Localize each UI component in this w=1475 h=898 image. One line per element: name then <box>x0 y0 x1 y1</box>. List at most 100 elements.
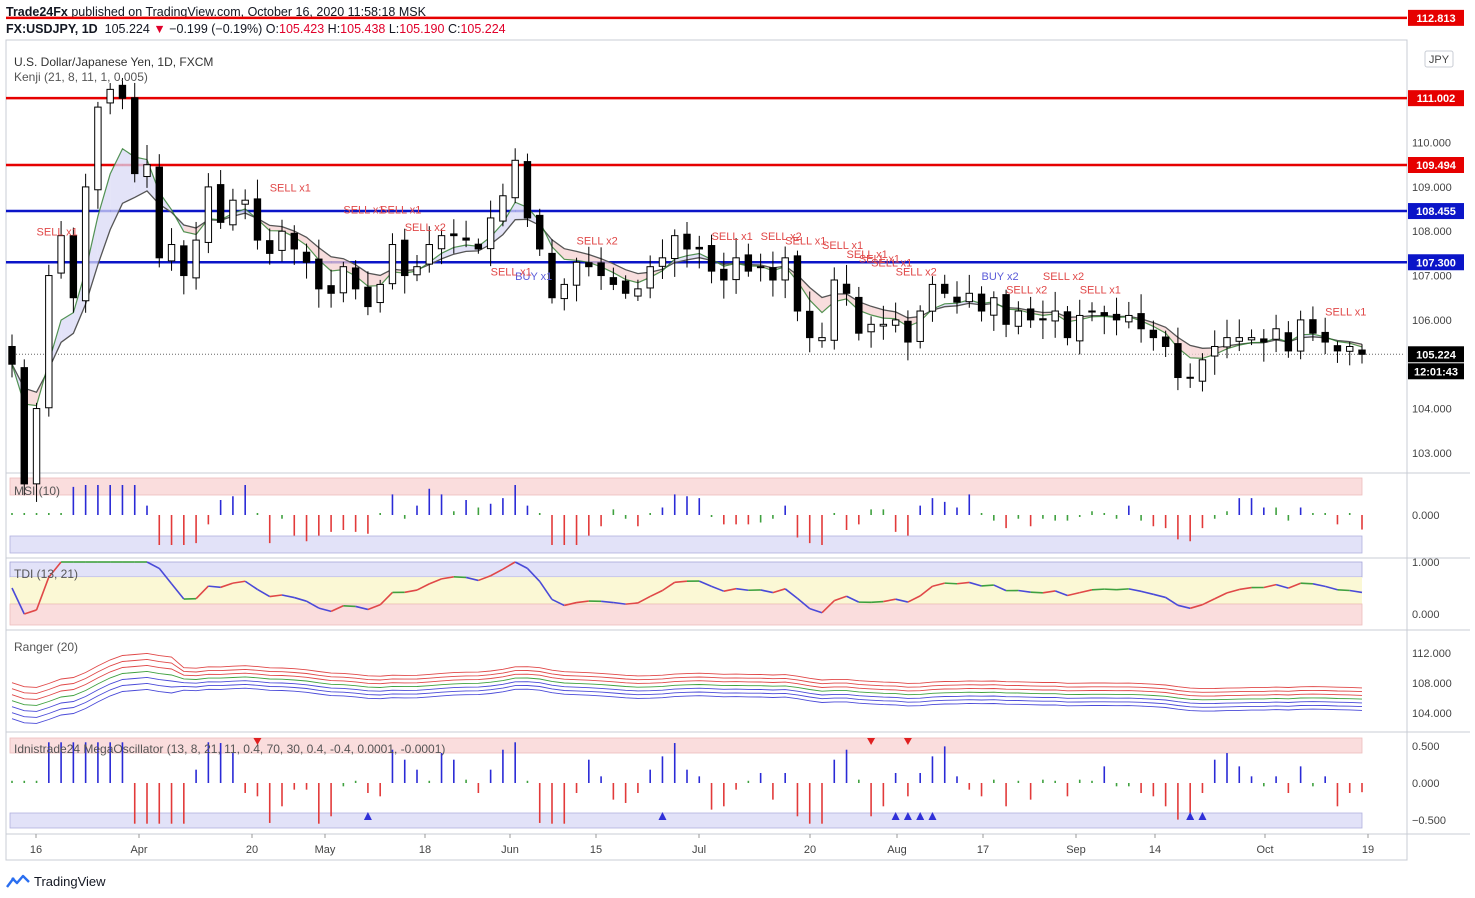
candle-up <box>1235 337 1243 342</box>
tdi-segment <box>1030 591 1043 594</box>
tdi-lower-band <box>9 603 1363 626</box>
candle-up <box>1051 310 1059 322</box>
candle-down <box>327 285 335 294</box>
time-tick-label: Apr <box>130 844 147 856</box>
sell-signal-label: SELL x1 <box>343 204 384 216</box>
current-price-label: 105.224 <box>1416 349 1457 361</box>
candle-down <box>1161 336 1170 347</box>
candle-down <box>793 255 802 312</box>
time-tick-label: Sep <box>1066 844 1086 856</box>
sell-signal-label: SELL x2 <box>405 222 446 234</box>
candle-down <box>8 345 16 365</box>
candle-up <box>916 310 924 342</box>
price-tick-label: 106.000 <box>1412 315 1452 327</box>
time-tick-label: Oct <box>1256 844 1273 856</box>
candle-down <box>1186 376 1194 379</box>
candle-up <box>388 244 397 285</box>
tdi-tick-label: 1.000 <box>1412 557 1440 569</box>
candle-up <box>376 283 384 304</box>
candle-down <box>450 233 458 237</box>
candle-up <box>756 266 765 269</box>
candle-down <box>1039 318 1047 321</box>
sell-signal-label: SELL x2 <box>577 236 618 248</box>
candle-up <box>1125 314 1133 323</box>
candles <box>8 77 1366 502</box>
candle-down <box>695 246 703 250</box>
candle-up <box>1247 337 1256 341</box>
candle-down <box>536 214 544 250</box>
tdi-segment <box>453 576 467 579</box>
candle-down <box>474 243 483 250</box>
candle-down <box>769 267 777 281</box>
time-tick-label: Aug <box>887 844 907 856</box>
candle-down <box>1260 338 1268 343</box>
time-tick-label: 14 <box>1149 844 1161 856</box>
chart-canvas[interactable]: SELL x1SELL x1SELL x1SELL x1SELL x2BUY x… <box>0 0 1475 870</box>
candle-up <box>1076 314 1084 342</box>
candle-down <box>401 239 409 277</box>
mega-title: Idnistrade24 MegaOscillator (13, 8, 21, … <box>14 742 445 756</box>
candle-up <box>241 199 249 205</box>
candle-down <box>1149 329 1158 339</box>
sell-signal-label: SELL x1 <box>491 267 532 279</box>
sell-signal-label: SELL x1 <box>270 182 311 194</box>
candle-up <box>45 275 53 409</box>
time-tick-label: 19 <box>1362 844 1374 856</box>
time-axis[interactable]: 16 Apr 20 May 18 Jun 15 Jul 20 Aug 17 Sep 14 Oct 19 <box>30 834 1374 856</box>
kenji-fast-line <box>11 147 1363 407</box>
tradingview-logo-icon <box>6 874 30 888</box>
sell-signal-label: SELL x1 <box>1080 284 1121 296</box>
candle-up <box>192 239 200 279</box>
tdi-segment <box>1300 582 1313 585</box>
mega-tick-label: 0.500 <box>1412 741 1440 753</box>
candle-up <box>646 266 654 289</box>
candle-up <box>499 195 507 222</box>
candle-up <box>1346 345 1354 352</box>
msi-upper-band <box>9 477 1363 496</box>
sell-signal-label: SELL x1 <box>785 236 826 248</box>
candle-up <box>1223 337 1231 348</box>
candle-down <box>1358 349 1366 355</box>
candle-down <box>855 296 863 334</box>
footer-brand[interactable]: TradingView <box>34 874 106 889</box>
candle-down <box>155 166 163 259</box>
sell-signal-label: SELL x2 <box>1006 284 1047 296</box>
tdi-segment <box>981 584 994 587</box>
mega-tick-label: 0.000 <box>1412 778 1440 790</box>
candle-up <box>891 319 900 326</box>
candle-down <box>364 286 372 308</box>
time-tick-label: Jun <box>501 844 519 856</box>
candle-down <box>1284 332 1293 352</box>
ranger-lines <box>11 652 1363 724</box>
candle-up <box>572 261 581 286</box>
tdi-upper-band <box>9 561 1363 578</box>
candle-up <box>339 266 348 294</box>
msi-tick-label: 0.000 <box>1412 510 1440 522</box>
candle-up <box>94 106 102 191</box>
candle-down <box>1321 331 1329 343</box>
candle-down <box>1174 343 1182 379</box>
candle-up <box>106 88 114 104</box>
time-tick-label: 17 <box>977 844 989 856</box>
candle-down <box>351 267 360 290</box>
candle-down <box>1063 311 1072 339</box>
level-price-label: 108.455 <box>1416 206 1456 218</box>
candle-up <box>1211 345 1219 357</box>
candle-up <box>204 186 213 243</box>
candle-down <box>118 84 127 99</box>
msi-lower-band <box>9 535 1363 554</box>
tdi-tick-label: 0.000 <box>1412 609 1440 621</box>
candle-down <box>69 235 78 299</box>
footer: TradingView <box>6 870 106 892</box>
candle-down <box>1333 345 1342 352</box>
candle-up <box>990 297 998 316</box>
time-tick-label: May <box>315 844 336 856</box>
price-axis[interactable]: 112.813 111.002 109.494 108.455 107.300 110.0… <box>1408 9 1464 827</box>
tdi-segment <box>1091 588 1105 591</box>
ranger-line <box>11 676 1363 712</box>
candle-down <box>842 283 851 294</box>
candle-down <box>585 262 593 268</box>
candle-down <box>253 198 262 241</box>
candle-up <box>671 235 679 260</box>
main-pane-title: U.S. Dollar/Japanese Yen, 1D, FXCM <box>14 55 213 69</box>
